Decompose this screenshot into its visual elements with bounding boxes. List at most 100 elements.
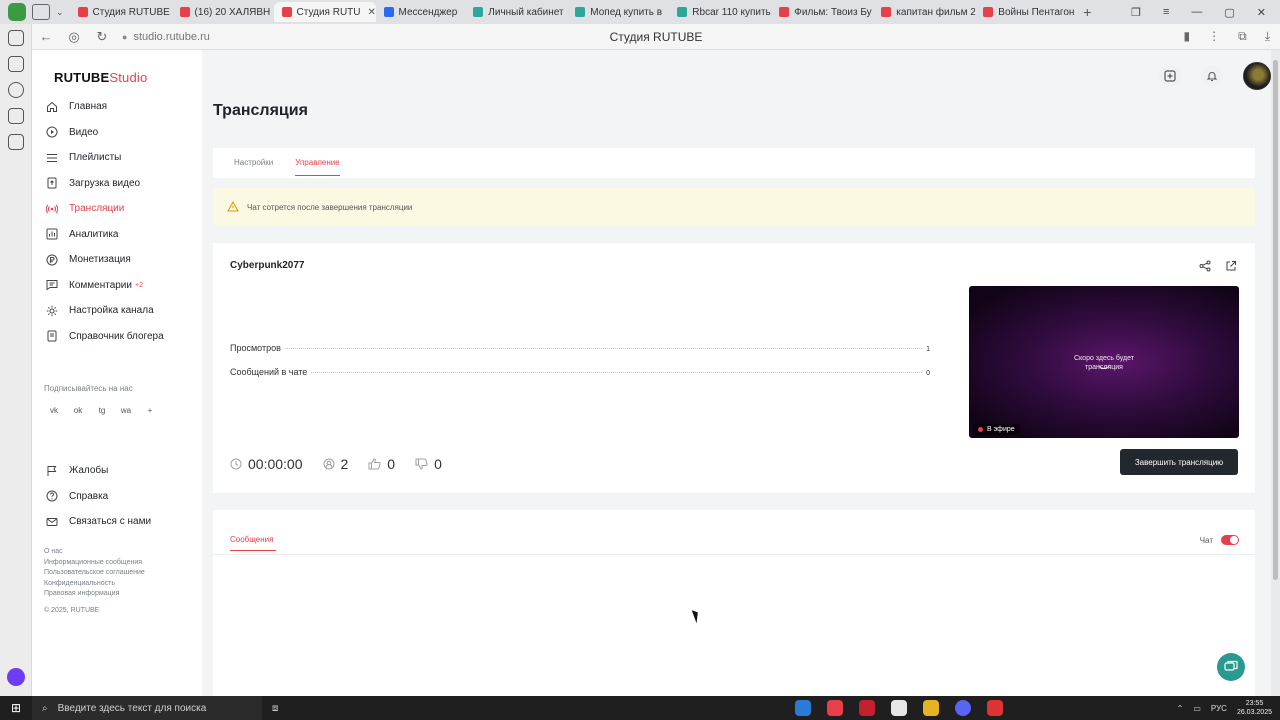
favicon-icon (881, 7, 892, 17)
network-icon[interactable]: ▭ (1193, 704, 1201, 713)
file-icon[interactable] (891, 700, 907, 716)
sidebar-item[interactable]: Аналитика (32, 222, 202, 248)
rutube-studio-logo[interactable]: RUTUBEStudio (54, 70, 147, 85)
bell-icon[interactable] (1201, 65, 1223, 87)
tab-settings[interactable]: Настройки (234, 148, 273, 178)
avatar[interactable] (1243, 62, 1271, 90)
browser-tab[interactable]: Студия RUTU ✕ (273, 2, 376, 22)
sidebar-item[interactable]: Справочник блогера (32, 324, 202, 350)
discord-icon[interactable] (955, 700, 971, 716)
footer-link[interactable]: Конфиденциальность (44, 579, 145, 590)
sidebar-item[interactable]: Монетизация (32, 247, 202, 273)
reload-icon[interactable]: ↻ (88, 29, 116, 45)
taskbar-search[interactable]: ⌕ Введите здесь текст для поиска (32, 696, 262, 720)
url-field[interactable]: studio.rutube.ru (133, 31, 209, 43)
footer-link[interactable]: О нас (44, 547, 145, 558)
task-view-icon[interactable]: ⧈ (272, 703, 278, 714)
browser-tab[interactable]: Войны Пентагон (975, 2, 1077, 22)
media-icon[interactable] (7, 82, 24, 98)
counter-icon[interactable] (7, 108, 24, 124)
browser-tab[interactable]: Фильм: Твоиз Бу (771, 2, 873, 22)
minimize-icon[interactable]: — (1191, 6, 1202, 18)
more-icon[interactable]: ⋮ (1208, 29, 1220, 44)
browser-tab[interactable]: Мессенджер (376, 2, 466, 22)
footer-link[interactable]: Информационные сообщения (44, 558, 145, 569)
messages-value: 0 (926, 370, 930, 377)
extensions-icon[interactable]: ⧉ (1238, 29, 1247, 44)
stream-preview[interactable]: Скоро здесь будет трансляция В эфире (969, 286, 1239, 438)
menu-icon[interactable]: ≡ (1163, 6, 1169, 18)
add-icon[interactable] (1159, 65, 1181, 87)
download-icon[interactable]: ⤓ (1265, 29, 1270, 44)
browser-tab[interactable]: капитан фильм 2 (873, 2, 975, 22)
social-tg-icon[interactable]: tg (96, 405, 108, 417)
tab-sync-icon[interactable]: ❐ (1131, 6, 1141, 19)
sidebar-item[interactable]: Справка (32, 484, 202, 510)
browser-tab[interactable]: Личный кабинет (465, 2, 567, 22)
social-ok-icon[interactable]: ok (72, 405, 84, 417)
edge-icon[interactable] (795, 700, 811, 716)
page-scrollbar[interactable] (1271, 50, 1280, 696)
browser-logo-icon[interactable] (8, 3, 26, 21)
external-link-icon[interactable] (1225, 259, 1237, 277)
close-tab-icon[interactable]: ✕ (368, 7, 376, 18)
sidebar-item[interactable]: Жалобы (32, 458, 202, 484)
sidebar-item[interactable]: Видео (32, 120, 202, 146)
shield-icon[interactable]: ◎ (60, 29, 88, 45)
footer-link[interactable]: Пользовательское соглашение (44, 568, 145, 579)
sidebar-item[interactable]: Связаться с нами (32, 509, 202, 535)
tab-messages[interactable]: Сообщения (230, 535, 273, 544)
sidebar-item[interactable]: Трансляции (32, 196, 202, 222)
browser-tab[interactable]: (16) 20 ХАЛЯВН (172, 2, 274, 22)
keyboard-lang[interactable]: РУС (1211, 704, 1227, 713)
folder-icon[interactable] (923, 700, 939, 716)
end-stream-button[interactable]: Завершить трансляцию (1120, 449, 1238, 475)
help-icon (46, 490, 58, 502)
collections-icon[interactable] (7, 56, 24, 72)
book-icon (46, 330, 58, 342)
favicon-icon (179, 7, 190, 17)
maximize-icon[interactable]: ▢ (1224, 6, 1234, 19)
live-badge: В эфире (973, 424, 1020, 435)
social-more-icon[interactable]: + (144, 405, 156, 417)
sidebar-item[interactable]: Главная (32, 94, 202, 120)
favicon-icon (383, 7, 394, 17)
footer-links: О нас Информационные сообщения Пользовател… (44, 547, 145, 600)
chevron-down-icon[interactable]: ⌄ (56, 7, 64, 18)
social-vk-icon[interactable]: vk (48, 405, 60, 417)
history-icon[interactable] (7, 30, 24, 46)
share-icon[interactable] (1199, 259, 1211, 277)
browser-tab[interactable]: Студия RUTUBE (70, 2, 172, 22)
new-tab-button[interactable]: + (1083, 4, 1091, 20)
bookmark-icon[interactable]: ▮ (1184, 29, 1191, 44)
sidebar-item[interactable]: Настройка канала (32, 298, 202, 324)
chat-alert: Чат сотрется после завершения трансляции (213, 188, 1255, 226)
browser-tab[interactable]: Rbcar 110 купить (669, 2, 771, 22)
play-icon (46, 126, 58, 138)
browser-tab[interactable]: Мопед купить в (567, 2, 669, 22)
chat-toggle[interactable] (1221, 535, 1239, 545)
stat-row-views: Просмотров 1 (230, 343, 930, 353)
social-wa-icon[interactable]: wa (120, 405, 132, 417)
tray-chevron-icon[interactable]: ⌃ (1177, 704, 1184, 713)
copyright: © 2025, RUTUBE (44, 607, 100, 614)
header-actions (1159, 62, 1271, 90)
app-red-icon[interactable] (859, 700, 875, 716)
sidebar-item[interactable]: Загрузка видео (32, 171, 202, 197)
warning-app-icon[interactable] (987, 700, 1003, 716)
windows-start-icon[interactable]: ⊞ (0, 701, 32, 715)
back-icon[interactable]: ← (32, 29, 60, 44)
support-chat-button[interactable] (1217, 653, 1245, 681)
browser-tab-label: Мопед купить в (590, 6, 663, 18)
close-window-icon[interactable]: ✕ (1257, 6, 1266, 19)
yandex-browser-icon[interactable] (827, 700, 843, 716)
footer-link[interactable]: Правовая информация (44, 589, 145, 600)
screenshot-icon[interactable] (7, 134, 24, 150)
tab-grid-icon[interactable] (32, 4, 50, 20)
clock[interactable]: 23:55 26.03.2025 (1237, 699, 1272, 717)
sidebar-item[interactable]: Комментарии +2 (32, 273, 202, 299)
tab-management[interactable]: Управление (295, 148, 341, 178)
gear-icon (46, 305, 58, 317)
sidebar-item[interactable]: Плейлисты (32, 145, 202, 171)
assistant-icon[interactable] (6, 668, 25, 686)
